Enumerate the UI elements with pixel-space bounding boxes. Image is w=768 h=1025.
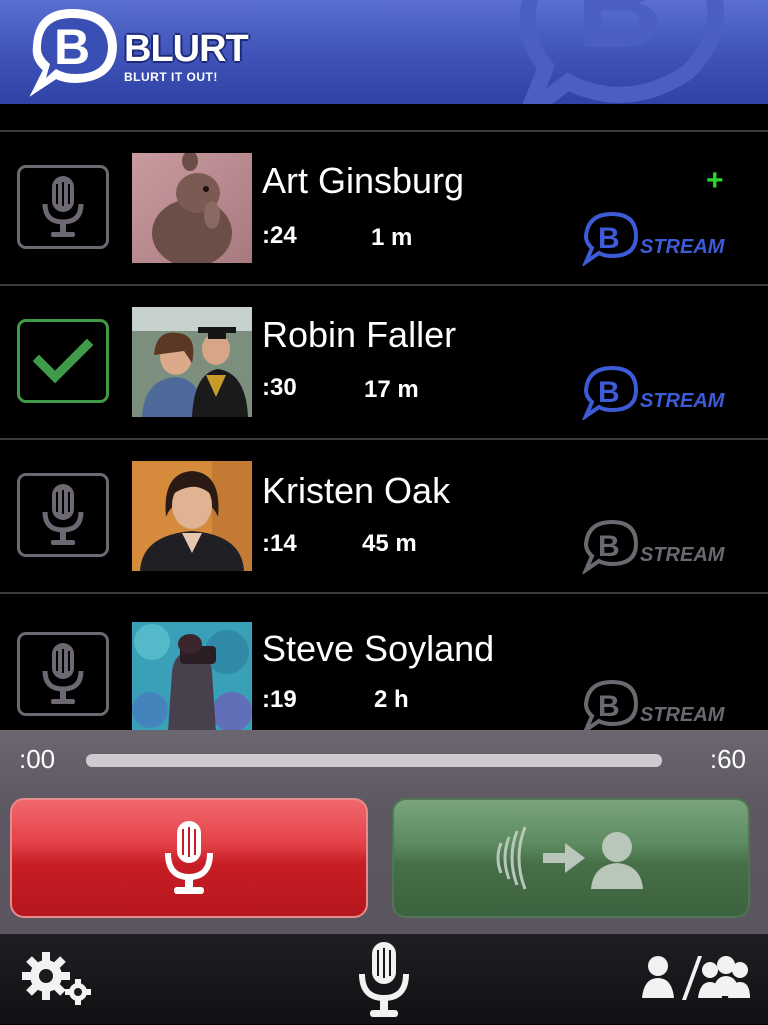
- avatar[interactable]: [132, 153, 252, 263]
- gears-icon: [22, 952, 91, 1005]
- svg-text:B: B: [598, 530, 620, 563]
- blurt-bubble-icon: B: [29, 8, 118, 97]
- send-button[interactable]: [392, 798, 750, 918]
- stream-bubble-icon: B: [583, 679, 639, 730]
- blurt-list[interactable]: Art Ginsburg :24 1 m + B STREAM Robin Fa…: [0, 104, 768, 730]
- stream-label: STREAM: [640, 236, 725, 258]
- person-groups-icon: [642, 956, 750, 1000]
- portrait-photo-icon: [132, 461, 252, 571]
- avatar[interactable]: [132, 622, 252, 730]
- record-reply-checkbox[interactable]: [17, 165, 109, 249]
- stream-bubble-icon: B: [582, 365, 639, 420]
- svg-text:B: B: [598, 222, 620, 255]
- stream-badge[interactable]: B STREAM: [582, 364, 742, 420]
- svg-text:B: B: [54, 19, 90, 75]
- microphone-icon: [42, 484, 84, 545]
- stream-label: STREAM: [640, 544, 725, 566]
- graduation-photo-icon: [132, 307, 252, 417]
- microphone-icon: [42, 176, 84, 237]
- blurt-age: 2 h: [374, 686, 409, 713]
- sender-name: Art Ginsburg: [262, 160, 465, 201]
- progress-track[interactable]: [86, 754, 662, 767]
- blurt-duration: :14: [262, 530, 297, 557]
- list-item[interactable]: Robin Faller :30 17 m B STREAM: [0, 286, 768, 440]
- blurt-watermark-icon: B: [519, 0, 724, 104]
- sender-name: Steve Soyland: [262, 628, 495, 669]
- new-indicator: +: [706, 164, 724, 197]
- list-item[interactable]: Art Ginsburg :24 1 m + B STREAM: [0, 132, 768, 286]
- sender-name: Robin Faller: [262, 314, 457, 355]
- squirrel-photo-icon: [132, 153, 252, 263]
- checkmark-icon: [33, 338, 93, 384]
- blurt-age: 45 m: [362, 530, 417, 557]
- send-to-person-icon: [496, 826, 643, 890]
- stream-badge[interactable]: B STREAM: [582, 518, 742, 574]
- recording-panel: :00 :60: [0, 730, 768, 934]
- stream-label: STREAM: [640, 390, 725, 412]
- stream-label: STREAM: [640, 704, 725, 726]
- listened-checkbox[interactable]: [17, 319, 109, 403]
- record-button[interactable]: [10, 798, 368, 918]
- svg-text:B: B: [598, 690, 620, 723]
- brand-name: BLURT: [124, 28, 249, 70]
- microphone-icon: [165, 821, 213, 894]
- blurt-duration: :24: [262, 222, 297, 249]
- photographer-photo-icon: [132, 622, 252, 730]
- sender-name: Kristen Oak: [262, 470, 451, 511]
- stream-badge[interactable]: B STREAM: [582, 678, 742, 730]
- settings-tab[interactable]: [18, 948, 98, 1015]
- bottom-tab-bar: [0, 934, 768, 1024]
- list-item[interactable]: Kristen Oak :14 45 m B STREAM: [0, 440, 768, 594]
- blurt-duration: :30: [262, 374, 297, 401]
- record-reply-checkbox[interactable]: [17, 632, 109, 716]
- avatar[interactable]: [132, 307, 252, 417]
- contacts-tab[interactable]: [640, 954, 750, 1007]
- blurt-logo[interactable]: B BLURT BLURT IT OUT!: [28, 6, 288, 98]
- app-header: B B BLURT BLURT IT OUT!: [0, 0, 768, 104]
- blurt-age: 1 m: [371, 224, 413, 251]
- list-item[interactable]: Steve Soyland :19 2 h B STREAM: [0, 598, 768, 730]
- progress-start-time: :00: [19, 744, 56, 774]
- progress-end-time: :60: [709, 744, 746, 774]
- record-reply-checkbox[interactable]: [17, 473, 109, 557]
- microphone-icon: [359, 942, 409, 1017]
- stream-bubble-icon: B: [582, 211, 639, 266]
- microphone-icon: [42, 643, 84, 704]
- blurt-age: 17 m: [364, 376, 419, 403]
- stream-bubble-icon: B: [582, 519, 639, 574]
- svg-text:B: B: [598, 376, 620, 409]
- blurt-duration: :19: [262, 686, 297, 713]
- avatar[interactable]: [132, 461, 252, 571]
- record-tab[interactable]: [358, 940, 410, 1025]
- brand-tagline: BLURT IT OUT!: [124, 70, 218, 84]
- stream-badge[interactable]: B STREAM: [582, 210, 742, 266]
- svg-text:B: B: [576, 0, 663, 73]
